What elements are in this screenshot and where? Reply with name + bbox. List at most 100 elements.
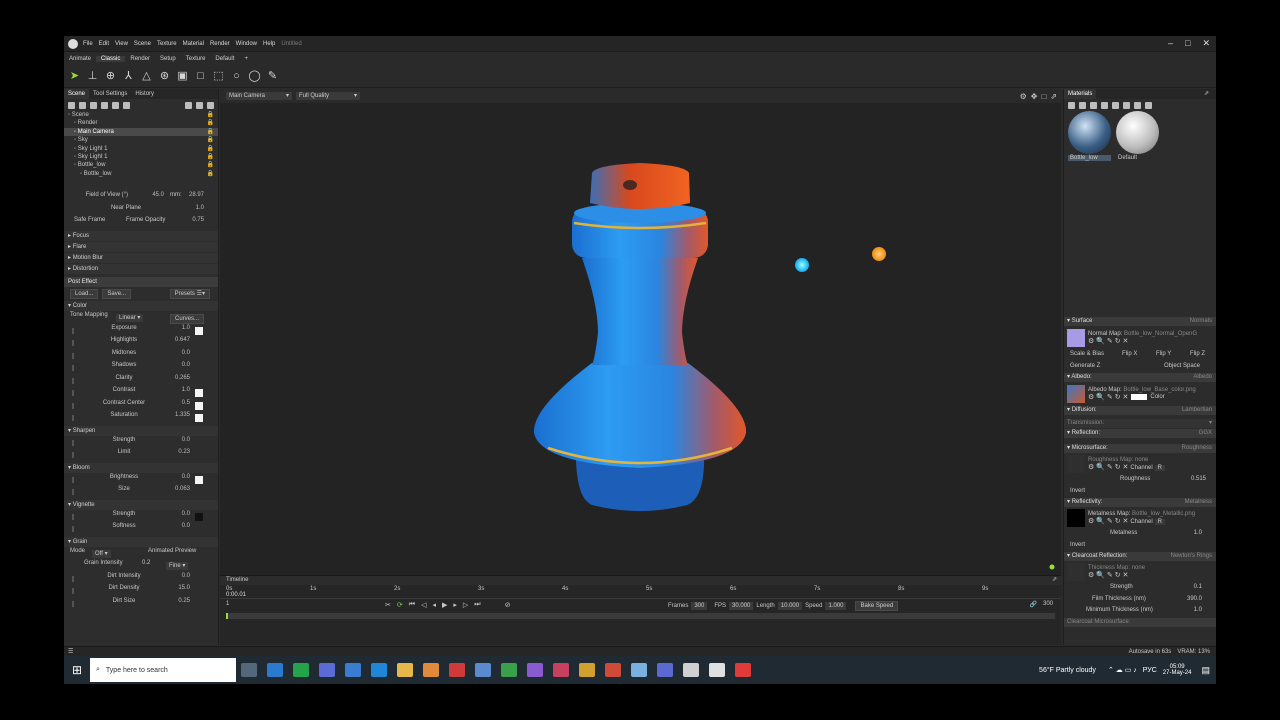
lock-visibility-icon[interactable]: 🔒 xyxy=(207,128,214,136)
normal-map-thumbnail[interactable] xyxy=(1067,329,1085,347)
circle-tool-icon[interactable]: ○ xyxy=(230,70,243,83)
shield-app-icon[interactable] xyxy=(345,663,361,677)
grain-mode-dropdown[interactable]: Off ▾ xyxy=(92,549,111,558)
move-tool-icon[interactable]: ⊥ xyxy=(86,70,99,83)
thickness-map-thumbnail[interactable] xyxy=(1067,563,1085,581)
roughness-invert-checkbox[interactable]: Invert xyxy=(1064,486,1216,498)
diffusion-section[interactable]: ▾ Diffusion: Lambertian xyxy=(1064,406,1216,415)
rotate-tool-icon[interactable]: ⊕ xyxy=(104,70,117,83)
grain-size-dropdown[interactable]: Fine ▾ xyxy=(166,562,189,571)
safe-frame-checkbox[interactable]: Safe Frame xyxy=(74,217,105,223)
mode-classic[interactable]: Classic xyxy=(96,56,126,62)
scene-tree-item[interactable]: ◦ Sky Light 1 🔒 xyxy=(64,145,218,153)
add-object-icon[interactable] xyxy=(112,101,119,109)
flip-z-checkbox[interactable]: Flip Z xyxy=(1190,349,1205,361)
mm-input[interactable]: 28.97 xyxy=(176,192,204,198)
scale-tool-icon[interactable]: ⅄ xyxy=(122,70,135,83)
menu-render[interactable]: Render xyxy=(210,41,230,47)
minimum-thickness-input[interactable]: 1.0 xyxy=(1194,605,1202,617)
transmission-section[interactable]: Transmission: ▾ xyxy=(1064,419,1216,428)
box-tool-icon[interactable]: □ xyxy=(194,70,207,83)
popout-icon[interactable]: ⇗ xyxy=(1050,92,1057,101)
app-icon[interactable] xyxy=(319,663,335,677)
store-app-icon[interactable] xyxy=(267,663,283,677)
end-frame[interactable]: 300 xyxy=(1043,601,1053,607)
duplicate-icon[interactable] xyxy=(196,101,203,109)
speed-input[interactable]: 1.000 xyxy=(825,602,847,610)
material-default[interactable]: Default xyxy=(1116,111,1159,161)
start-frame[interactable]: 1 xyxy=(226,601,229,607)
tray-icons[interactable]: ⌃ ☁ ▭ ♪ xyxy=(1108,666,1137,674)
save-material-icon[interactable] xyxy=(1101,101,1108,109)
maximize-button[interactable]: □ xyxy=(1185,38,1190,49)
opera-browser-icon[interactable] xyxy=(449,663,465,677)
clock[interactable]: 05:09 27-May-24 xyxy=(1163,664,1192,676)
folder-icon[interactable] xyxy=(185,101,192,109)
popout-materials-icon[interactable]: ⇗ xyxy=(1200,89,1213,99)
app-icon[interactable] xyxy=(709,663,725,677)
color-swatch[interactable] xyxy=(195,389,203,398)
fov-input[interactable]: 45.0 xyxy=(134,192,164,198)
windows-start-icon[interactable]: ⊞ xyxy=(64,663,90,677)
frames-input[interactable]: 300 xyxy=(691,602,708,610)
refresh-icon[interactable] xyxy=(1134,101,1141,109)
apply-icon[interactable] xyxy=(1145,101,1152,109)
add-camera-icon[interactable] xyxy=(79,101,86,109)
bloom-section[interactable]: ▾ Bloom xyxy=(64,462,218,473)
prop-value-input[interactable]: 1.0 xyxy=(160,325,190,331)
clearcoat-microsurface-section[interactable]: Clearcoat Microsurface: xyxy=(1064,617,1216,627)
tab-scene[interactable]: Scene xyxy=(64,89,90,99)
lock-visibility-icon[interactable]: 🔒 xyxy=(207,136,214,144)
save-button[interactable]: Save... xyxy=(102,288,132,299)
roughness-input[interactable]: 0.515 xyxy=(1191,474,1206,486)
lock-visibility-icon[interactable]: 🔒 xyxy=(207,161,214,169)
library-icon[interactable] xyxy=(1123,101,1130,109)
app-icon[interactable] xyxy=(657,663,673,677)
app-icon[interactable] xyxy=(631,663,647,677)
grain-intensity-input[interactable]: 0.2 xyxy=(142,560,150,566)
notifications-icon[interactable]: ▤ xyxy=(1201,665,1210,676)
mode-texture[interactable]: Texture xyxy=(181,56,211,62)
timeline-ruler[interactable]: 0s 1s 2s 3s 4s 5s 6s 7s 8s 9s 0:00.01 xyxy=(220,585,1061,599)
scene-tree-item[interactable]: ◦ Scene 🔒 xyxy=(64,111,218,119)
tab-tool-settings[interactable]: Tool Settings xyxy=(89,89,131,99)
app-icon[interactable] xyxy=(605,663,621,677)
reflectivity-section[interactable]: ▾ Reflectivity: Metalness xyxy=(1064,498,1216,507)
prev-key-icon[interactable]: ◁ xyxy=(421,601,426,609)
add-shadow-icon[interactable] xyxy=(101,101,108,109)
select-tool-icon[interactable]: ➤ xyxy=(68,70,81,83)
maximize-view-icon[interactable]: □ xyxy=(1041,92,1046,101)
add-turntable-icon[interactable] xyxy=(123,101,130,109)
file-explorer-icon[interactable] xyxy=(397,663,413,677)
grain-section[interactable]: ▾ Grain xyxy=(64,536,218,547)
section-focus[interactable]: ▸ Focus xyxy=(64,230,218,241)
metalness-input[interactable]: 1.0 xyxy=(1194,528,1202,540)
object-space-checkbox[interactable]: Object Space xyxy=(1164,361,1200,373)
photos-app-icon[interactable] xyxy=(423,663,439,677)
animated-preview-checkbox[interactable]: Animated Preview xyxy=(148,548,196,554)
metalness-invert-checkbox[interactable]: Invert xyxy=(1064,540,1216,552)
reflection-section[interactable]: ▾ Reflection: GGX xyxy=(1064,429,1216,438)
tab-materials[interactable]: Materials xyxy=(1064,89,1097,99)
scene-tree-item[interactable]: ◦ Bottle_low 🔒 xyxy=(64,170,218,178)
metalness-map-thumbnail[interactable] xyxy=(1067,509,1085,527)
delete-material-icon[interactable] xyxy=(1112,101,1119,109)
prop-value-input[interactable]: 0.0 xyxy=(160,573,190,579)
scale-bias-checkbox[interactable]: Scale & Bias xyxy=(1070,351,1104,357)
record-icon[interactable]: ⊘ xyxy=(505,601,511,609)
whatsapp-app-icon[interactable] xyxy=(293,663,309,677)
section-motion-blur[interactable]: ▸ Motion Blur xyxy=(64,252,218,263)
section-flare[interactable]: ▸ Flare xyxy=(64,241,218,252)
clearcoat-section[interactable]: ▾ Clearcoat Reflection: Newton's Rings xyxy=(1064,552,1216,561)
menu-view[interactable]: View xyxy=(115,41,128,47)
app-icon[interactable] xyxy=(553,663,569,677)
flip-y-checkbox[interactable]: Flip Y xyxy=(1156,349,1171,361)
prop-value-input[interactable]: 0.25 xyxy=(160,598,190,604)
move-view-icon[interactable]: ✥ xyxy=(1031,92,1038,101)
popout-timeline-icon[interactable]: ⇗ xyxy=(1052,576,1057,585)
3d-viewport[interactable] xyxy=(220,103,1061,575)
flip-x-checkbox[interactable]: Flip X xyxy=(1122,349,1137,361)
add-light-icon[interactable] xyxy=(68,101,75,109)
surface-section[interactable]: ▾ Surface Normals xyxy=(1064,317,1216,326)
lock-visibility-icon[interactable]: 🔒 xyxy=(207,119,214,127)
